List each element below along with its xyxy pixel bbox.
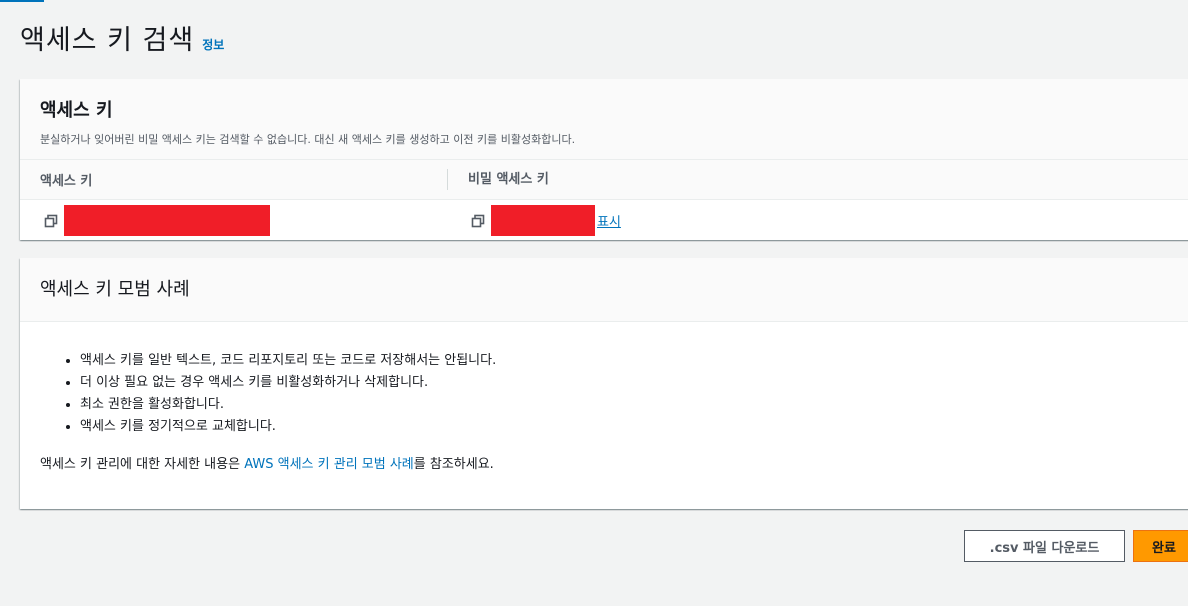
best-practices-panel: 액세스 키 모범 사례 액세스 키를 일반 텍스트, 코드 리포지토리 또는 코… bbox=[20, 258, 1188, 509]
list-item: 액세스 키를 일반 텍스트, 코드 리포지토리 또는 코드로 저장해서는 안됩니… bbox=[80, 350, 1175, 372]
list-item: 액세스 키를 정기적으로 교체합니다. bbox=[80, 416, 1175, 438]
access-key-panel: 액세스 키 분실하거나 잊어버린 비밀 액세스 키는 검색할 수 없습니다. 대… bbox=[20, 79, 1188, 240]
key-columns-header: 액세스 키 비밀 액세스 키 bbox=[20, 160, 1188, 200]
done-button[interactable]: 완료 bbox=[1133, 530, 1188, 562]
access-key-panel-header: 액세스 키 분실하거나 잊어버린 비밀 액세스 키는 검색할 수 없습니다. 대… bbox=[20, 79, 1188, 160]
best-practices-body: 액세스 키를 일반 텍스트, 코드 리포지토리 또는 코드로 저장해서는 안됩니… bbox=[20, 322, 1188, 472]
access-key-cell bbox=[20, 204, 447, 236]
best-practices-list: 액세스 키를 일반 텍스트, 코드 리포지토리 또는 코드로 저장해서는 안됩니… bbox=[40, 350, 1175, 438]
download-csv-button[interactable]: .csv 파일 다운로드 bbox=[964, 530, 1125, 562]
copy-icon[interactable] bbox=[471, 213, 485, 228]
best-practices-note: 액세스 키 관리에 대한 자세한 내용은 AWS 액세스 키 관리 모범 사례를… bbox=[40, 453, 1175, 472]
best-practices-panel-title: 액세스 키 모범 사례 bbox=[40, 279, 190, 300]
page-header: 액세스 키 검색 정보 bbox=[20, 18, 224, 57]
column-header-access-key: 액세스 키 bbox=[40, 174, 93, 189]
secret-access-key-cell: 표시 bbox=[447, 204, 621, 236]
column-header-secret-access-key: 비밀 액세스 키 bbox=[447, 169, 549, 190]
page-title: 액세스 키 검색 bbox=[20, 25, 195, 56]
info-link[interactable]: 정보 bbox=[202, 36, 224, 53]
top-accent-line bbox=[0, 0, 44, 2]
list-item: 더 이상 필요 없는 경우 액세스 키를 비활성화하거나 삭제합니다. bbox=[80, 372, 1175, 394]
show-secret-link[interactable]: 표시 bbox=[597, 211, 621, 230]
access-key-panel-description: 분실하거나 잊어버린 비밀 액세스 키는 검색할 수 없습니다. 대신 새 액세… bbox=[40, 133, 576, 146]
best-practices-link[interactable]: AWS 액세스 키 관리 모범 사례 bbox=[244, 457, 414, 472]
note-prefix: 액세스 키 관리에 대한 자세한 내용은 bbox=[40, 457, 245, 472]
best-practices-panel-header: 액세스 키 모범 사례 bbox=[20, 258, 1188, 322]
list-item: 최소 권한을 활성화합니다. bbox=[80, 394, 1175, 416]
copy-icon[interactable] bbox=[44, 213, 58, 228]
key-values-row: 표시 bbox=[20, 200, 1188, 240]
note-suffix: 를 참조하세요. bbox=[413, 457, 494, 472]
access-key-value-redacted bbox=[64, 204, 270, 236]
access-key-panel-title: 액세스 키 bbox=[40, 100, 113, 121]
secret-access-key-value-redacted bbox=[491, 204, 595, 236]
